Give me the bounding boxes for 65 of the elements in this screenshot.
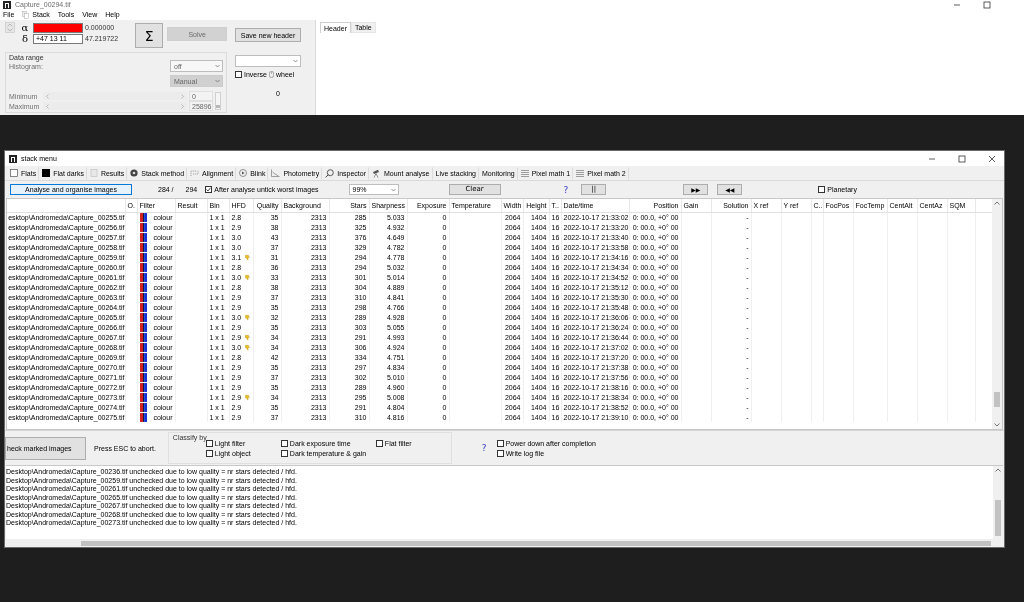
filter-swatch-icon <box>139 332 148 342</box>
help-icon[interactable]: ? <box>563 184 569 195</box>
help-icon[interactable]: ? <box>481 443 487 453</box>
chart-icon <box>271 169 281 177</box>
checkbox[interactable] <box>205 439 213 447</box>
filter-swatch-icon <box>139 382 148 392</box>
search-icon <box>325 168 335 178</box>
delta-label: δ <box>21 33 29 44</box>
filter-swatch-icon <box>139 232 148 242</box>
checkbox[interactable] <box>205 449 213 457</box>
sum-button[interactable]: Σ <box>135 23 164 48</box>
filter-swatch-icon <box>139 412 148 422</box>
filter-swatch-icon <box>139 212 148 222</box>
lines-icon <box>520 169 529 177</box>
mouse-icon <box>268 71 274 78</box>
filter-swatch-icon <box>139 402 148 412</box>
filter-swatch-icon <box>139 322 148 332</box>
checkbox[interactable] <box>496 449 504 457</box>
scrollbar-thumb[interactable] <box>995 500 1001 536</box>
minimum-scrollbar[interactable] <box>43 92 187 100</box>
scrollbar-thumb[interactable] <box>994 392 1000 407</box>
lines-icon <box>576 169 585 177</box>
range-slider[interactable] <box>215 92 221 110</box>
caret-icon <box>215 64 220 68</box>
filter-swatch-icon <box>139 362 148 372</box>
filter-swatch-icon <box>139 372 148 382</box>
page-icon <box>89 169 98 177</box>
alpha-field[interactable] <box>33 22 83 33</box>
filter-swatch-icon <box>139 392 148 402</box>
dotted-arrows-icon <box>190 169 200 177</box>
filter-swatch-icon <box>139 242 148 252</box>
filter-swatch-icon <box>139 282 148 292</box>
filter-swatch-icon <box>139 272 148 282</box>
maximize-icon[interactable] <box>958 154 966 163</box>
filter-swatch-icon <box>139 342 148 352</box>
scrollbar[interactable] <box>993 466 1003 539</box>
app-icon <box>9 154 17 163</box>
maximum-scrollbar[interactable] <box>43 102 187 110</box>
square-icon <box>10 169 18 177</box>
gear-icon <box>130 169 139 177</box>
checkbox[interactable] <box>375 439 383 447</box>
scrollbar-thumb[interactable] <box>81 541 991 546</box>
filter-swatch-icon <box>139 222 148 232</box>
filter-swatch-icon <box>139 302 148 312</box>
filter-swatch-icon <box>139 352 148 362</box>
checkbox[interactable] <box>496 439 504 447</box>
play-icon <box>239 169 248 177</box>
alpha-label: α <box>20 22 30 33</box>
filter-swatch-icon <box>139 252 148 262</box>
filter-swatch-icon <box>139 262 148 272</box>
checkbox[interactable] <box>235 71 242 78</box>
close-icon[interactable] <box>988 154 996 163</box>
caret-icon <box>215 79 220 83</box>
telescope-icon <box>372 168 381 178</box>
filled-square-icon <box>42 169 51 177</box>
checkbox[interactable] <box>205 186 213 193</box>
checkbox[interactable] <box>280 449 288 457</box>
maximize-icon[interactable] <box>983 0 991 9</box>
filter-swatch-icon <box>139 312 148 322</box>
caret-icon <box>390 187 396 192</box>
checkbox[interactable] <box>280 439 288 447</box>
checkbox[interactable] <box>818 186 826 193</box>
filter-swatch-icon <box>139 292 148 302</box>
scrollbar[interactable] <box>992 199 1002 429</box>
caret-icon <box>293 59 298 63</box>
